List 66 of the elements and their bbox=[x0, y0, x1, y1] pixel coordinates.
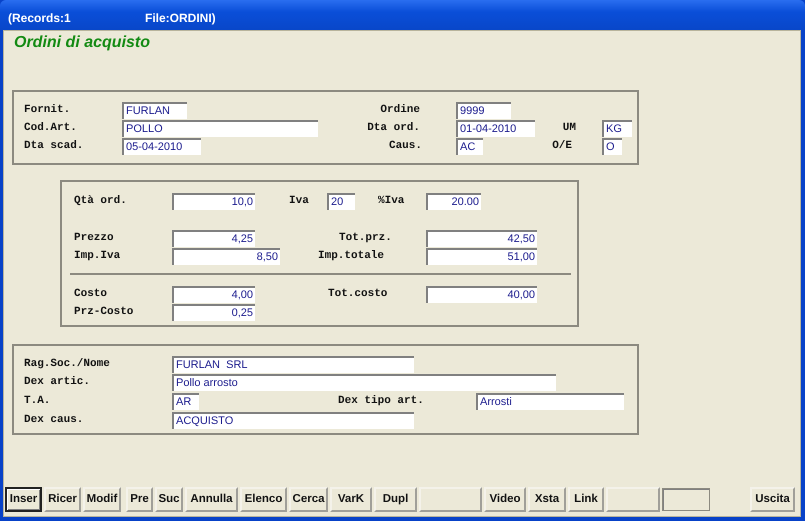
input-field[interactable]: 42,50 bbox=[426, 230, 537, 246]
input-field[interactable]: KG bbox=[602, 120, 632, 136]
field-label: Prz-Costo bbox=[74, 306, 134, 318]
field-label: Caus. bbox=[388, 140, 423, 152]
toolbar-button[interactable]: Inser bbox=[5, 486, 42, 512]
field-label: UM bbox=[562, 122, 577, 134]
field-label: T.A. bbox=[24, 395, 52, 407]
input-field[interactable]: 40,00 bbox=[426, 286, 537, 302]
input-field[interactable]: 20.00 bbox=[426, 192, 481, 210]
input-field[interactable]: FURLAN bbox=[122, 102, 187, 118]
input-field[interactable]: Pollo arrosto bbox=[172, 374, 556, 390]
field-label: Tot.prz. bbox=[338, 232, 393, 244]
input-field[interactable]: 20 bbox=[327, 192, 355, 210]
toolbar-button[interactable]: Cerca bbox=[289, 486, 328, 512]
field-label: %Iva bbox=[377, 195, 406, 207]
input-field[interactable]: 9999 bbox=[456, 102, 511, 118]
input-field[interactable]: POLLO bbox=[122, 120, 318, 136]
toolbar-button[interactable]: Link bbox=[568, 486, 604, 512]
input-field[interactable]: ACQUISTO bbox=[172, 412, 414, 428]
field-label: Tot.costo bbox=[327, 288, 388, 300]
field-label: Qtà ord. bbox=[74, 195, 128, 207]
form-heading: Ordini di acquisto bbox=[14, 34, 150, 51]
input-field[interactable]: AR bbox=[172, 392, 199, 410]
input-field[interactable]: O bbox=[602, 138, 622, 154]
input-field[interactable]: 05-04-2010 bbox=[122, 138, 201, 154]
field-label: Dex artic. bbox=[24, 376, 92, 388]
status-panel bbox=[662, 488, 710, 510]
blank-button[interactable] bbox=[419, 486, 482, 512]
toolbar-button[interactable]: Suc bbox=[155, 486, 183, 512]
field-label: Cod.Art. bbox=[24, 122, 78, 134]
field-label: Rag.Soc./Nome bbox=[24, 358, 111, 370]
toolbar-button[interactable]: Ricer bbox=[44, 486, 81, 512]
window-title: (Records:1 bbox=[8, 11, 72, 25]
toolbar-button[interactable]: Xsta bbox=[528, 486, 566, 512]
input-field[interactable]: Arrosti bbox=[476, 392, 624, 410]
field-label: Dex caus. bbox=[24, 414, 84, 426]
toolbar-button[interactable]: Elenco bbox=[240, 486, 287, 512]
field-label: Dex tipo art. bbox=[337, 395, 425, 407]
field-label: Dta ord. bbox=[366, 122, 421, 134]
field-label: Imp.totale bbox=[317, 250, 386, 262]
input-field[interactable]: 4,25 bbox=[172, 230, 255, 246]
input-field[interactable]: AC bbox=[456, 138, 483, 154]
field-label: Iva bbox=[288, 195, 310, 207]
input-field[interactable]: FURLAN SRL bbox=[172, 356, 414, 372]
toolbar-button[interactable]: Pre bbox=[126, 486, 153, 512]
field-label: Imp.Iva bbox=[74, 250, 122, 262]
toolbar-button[interactable]: Dupl bbox=[374, 486, 417, 512]
input-field[interactable]: 51,00 bbox=[426, 248, 537, 264]
field-label: Fornit. bbox=[24, 104, 72, 116]
toolbar-button[interactable]: Annulla bbox=[185, 486, 238, 512]
field-label: Ordine bbox=[379, 104, 421, 116]
field-label: Costo bbox=[74, 288, 108, 300]
toolbar-button[interactable]: Uscita bbox=[750, 486, 795, 512]
toolbar-button[interactable]: VarK bbox=[330, 486, 372, 512]
input-field[interactable]: 8,50 bbox=[172, 248, 280, 264]
input-field[interactable]: 0,25 bbox=[172, 304, 255, 320]
field-label: Prezzo bbox=[74, 232, 115, 244]
toolbar-button[interactable]: Video bbox=[484, 486, 526, 512]
field-label: Dta scad. bbox=[24, 140, 84, 152]
field-label: O/E bbox=[551, 140, 573, 152]
blank-button[interactable] bbox=[606, 486, 660, 512]
window-title: File:ORDINI) bbox=[145, 11, 216, 25]
toolbar-button[interactable]: Modif bbox=[83, 486, 121, 512]
input-field[interactable]: 10,0 bbox=[172, 192, 255, 210]
input-field[interactable]: 4,00 bbox=[172, 286, 255, 302]
input-field[interactable]: 01-04-2010 bbox=[456, 120, 535, 136]
